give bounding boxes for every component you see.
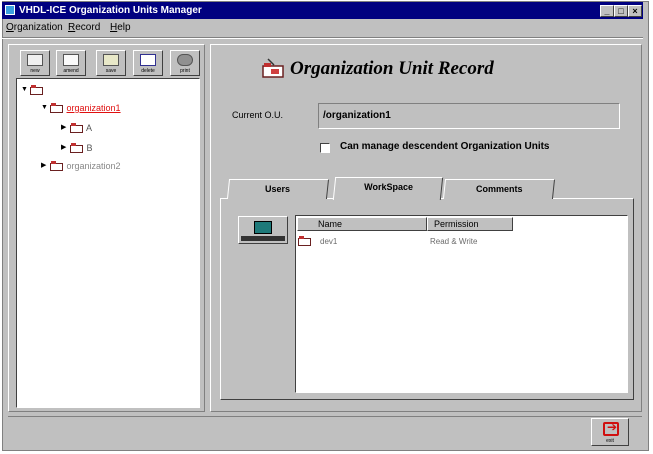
exit-icon <box>603 420 619 436</box>
menu-separator <box>2 37 643 39</box>
menu-record[interactable]: Record <box>68 20 100 36</box>
tree-node-a[interactable]: ▶ A <box>61 121 92 135</box>
window-title: VHDL-ICE Organization Units Manager <box>19 5 202 16</box>
new-record-icon <box>27 54 43 66</box>
save-button[interactable]: save <box>96 50 126 76</box>
amend-button[interactable]: amend <box>56 50 86 76</box>
expand-arrow-icon[interactable]: ▼ <box>41 101 50 115</box>
amend-icon <box>63 54 79 66</box>
menu-organization[interactable]: Organization <box>6 20 63 36</box>
tree-node-label: organization1 <box>66 103 121 113</box>
delete-button[interactable]: delete <box>133 50 163 76</box>
menu-help[interactable]: Help <box>110 20 131 36</box>
folder-icon <box>30 85 44 95</box>
menu-bar: Organization Record Help <box>2 20 643 36</box>
record-title: Organization Unit Record <box>290 58 494 79</box>
delete-icon <box>140 54 156 66</box>
workspace-computer-icon <box>254 221 272 234</box>
manage-descendants-checkbox[interactable] <box>320 143 330 153</box>
row-permission: Read & Write <box>430 237 478 246</box>
folder-icon <box>50 103 64 113</box>
new-button[interactable]: new <box>20 50 50 76</box>
workspace-list[interactable]: Name Permission dev1 Read & Write <box>295 215 628 393</box>
expand-arrow-icon[interactable]: ▼ <box>21 83 30 97</box>
tree-node-label: A <box>86 123 93 133</box>
current-ou-field: /organization1 <box>318 103 620 129</box>
current-ou-label: Current O.U. <box>232 110 284 120</box>
close-icon[interactable]: × <box>628 5 642 17</box>
folder-icon <box>50 161 64 171</box>
collapse-arrow-icon[interactable]: ▶ <box>41 159 50 173</box>
tree-root[interactable]: ▼ <box>21 83 44 97</box>
column-header-permission[interactable]: Permission <box>427 217 513 231</box>
organization-tree[interactable]: ▼ ▼ organization1 ▶ A ▶ B ▶ organization… <box>16 78 200 408</box>
collapse-arrow-icon[interactable]: ▶ <box>61 121 70 135</box>
add-workspace-button[interactable] <box>238 216 288 244</box>
exit-button[interactable]: exit <box>591 418 629 446</box>
save-icon <box>103 54 119 66</box>
title-bar: VHDL-ICE Organization Units Manager _ □ … <box>2 2 643 19</box>
folder-icon <box>70 123 84 133</box>
tab-comments[interactable]: Comments <box>442 179 556 199</box>
folder-icon <box>70 143 84 153</box>
tree-node-label: B <box>86 143 93 153</box>
tree-node-b[interactable]: ▶ B <box>61 141 93 155</box>
tab-workspace[interactable]: WorkSpace <box>332 177 444 200</box>
tree-node-label: organization2 <box>66 161 121 171</box>
column-header-name[interactable]: Name <box>297 217 427 231</box>
print-icon <box>177 54 193 66</box>
tree-node-organization1[interactable]: ▼ organization1 <box>41 101 121 115</box>
manage-descendants-label: Can manage descendent Organization Units <box>340 141 550 152</box>
row-name: dev1 <box>320 237 338 246</box>
organization-folder-icon <box>262 58 284 78</box>
minimize-icon[interactable]: _ <box>600 5 614 17</box>
status-bar <box>8 416 642 446</box>
maximize-icon[interactable]: □ <box>614 5 628 17</box>
collapse-arrow-icon[interactable]: ▶ <box>61 141 70 155</box>
folder-icon <box>298 236 312 246</box>
tree-node-organization2[interactable]: ▶ organization2 <box>41 159 121 173</box>
app-icon <box>5 5 15 15</box>
table-row[interactable]: dev1 Read & Write <box>296 234 626 248</box>
print-button[interactable]: print <box>170 50 200 76</box>
tab-users[interactable]: Users <box>226 179 330 199</box>
